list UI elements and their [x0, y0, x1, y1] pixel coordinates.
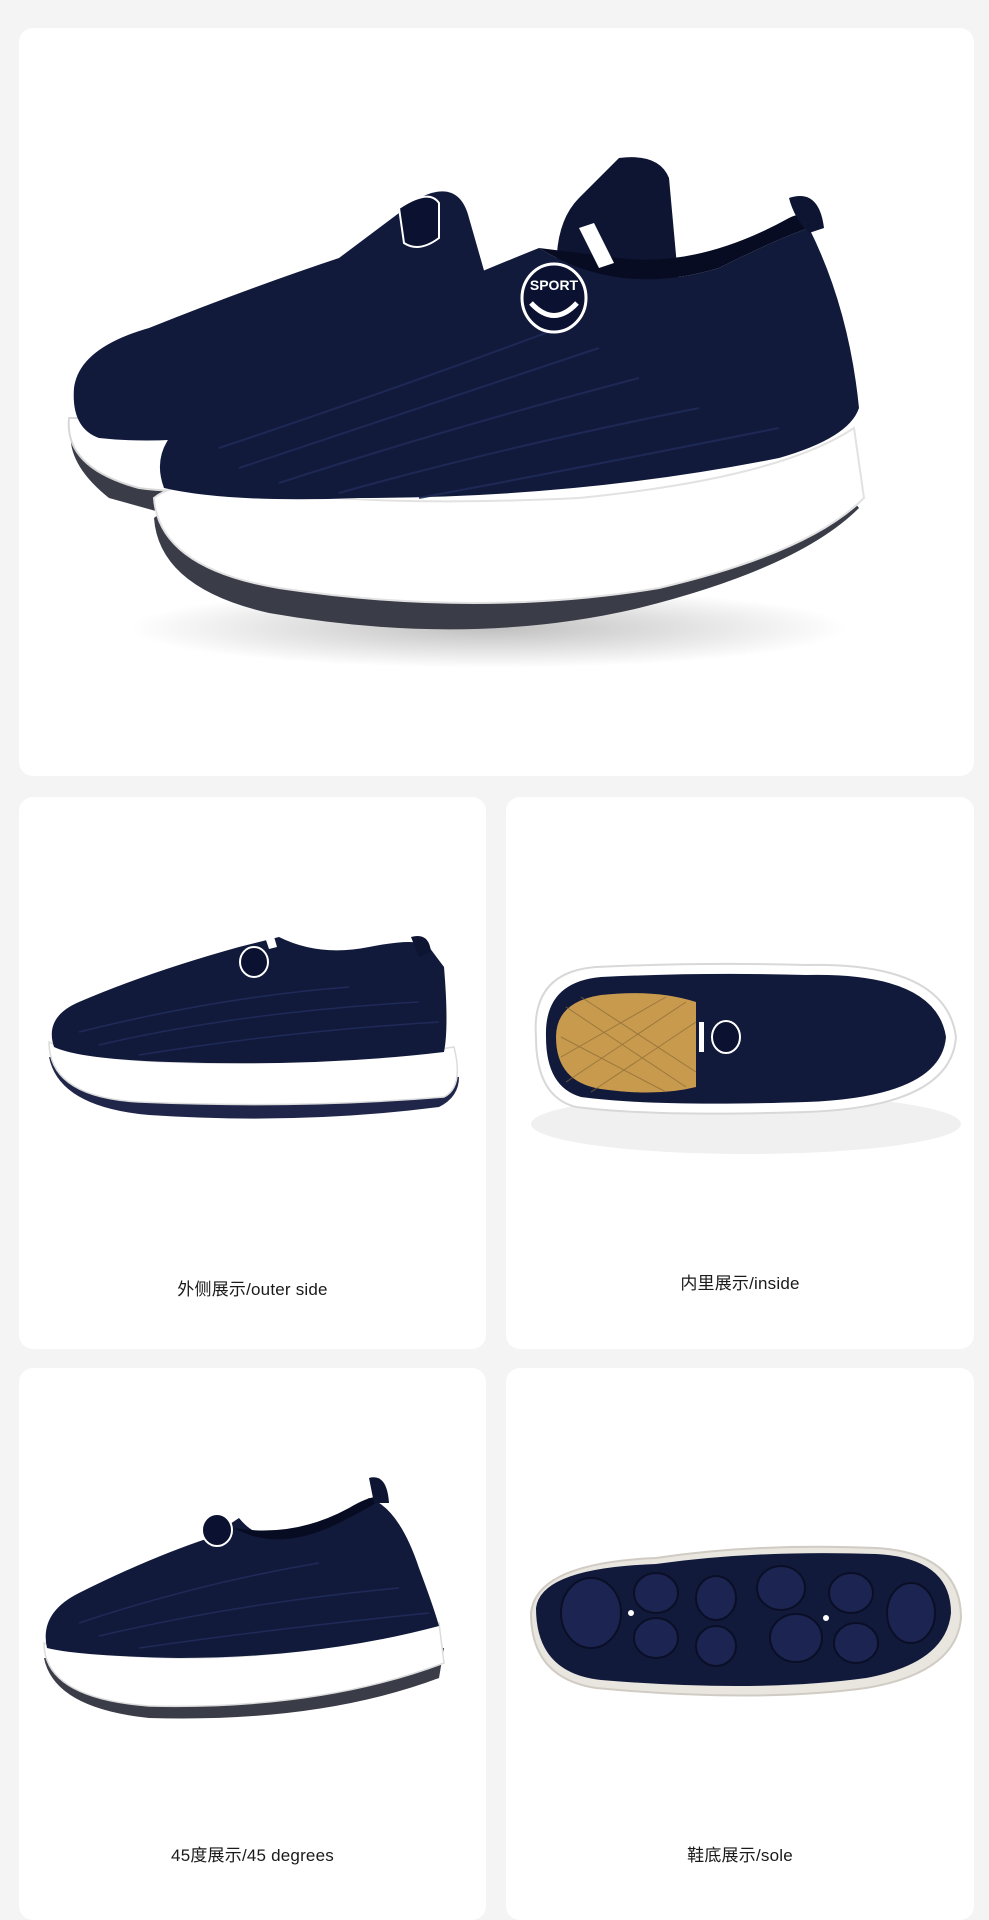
sport-logo-text: SPORT	[530, 277, 579, 293]
insole-icon	[556, 993, 696, 1093]
caption-sole: 鞋底展示/sole	[687, 1846, 793, 1865]
caption-inside: 内里展示/inside	[680, 1274, 800, 1293]
outer-side-shoe-photo	[48, 933, 459, 1119]
caption-outer-side: 外侧展示/outer side	[177, 1280, 328, 1299]
sole-shoe-photo	[529, 1545, 963, 1697]
hero-card: SPORT	[19, 28, 974, 776]
45-degree-card: 45度展示/45 degrees	[19, 1368, 486, 1920]
sport-logo-icon	[711, 1020, 741, 1054]
sport-logo-icon	[239, 946, 269, 978]
front-shoe: SPORT	[152, 196, 866, 630]
sport-logo-icon	[201, 1513, 233, 1547]
sole-card: 鞋底展示/sole	[506, 1368, 974, 1920]
caption-45-degrees: 45度展示/45 degrees	[171, 1846, 334, 1865]
inside-shoe-photo	[531, 962, 961, 1154]
45-degree-shoe-photo	[43, 1477, 445, 1719]
inside-card: 内里展示/inside	[506, 797, 974, 1349]
hero-shoe-pair-photo: SPORT	[67, 157, 866, 668]
outer-side-card: 外侧展示/outer side	[19, 797, 486, 1349]
